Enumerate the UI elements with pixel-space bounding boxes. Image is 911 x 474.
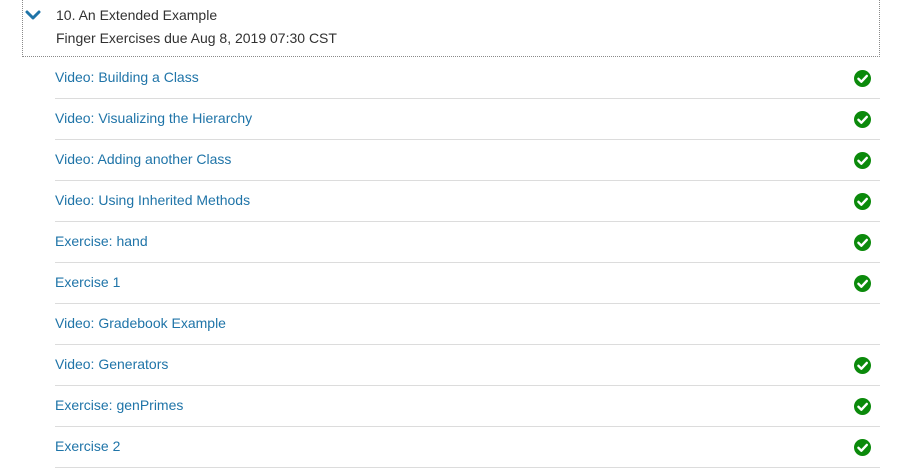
subsection-item: Exercise: genPrimes [55,386,880,427]
section-title: 10. An Extended Example [56,7,218,23]
subsection-link[interactable]: Video: Visualizing the Hierarchy [55,110,252,126]
completed-check-icon [854,357,871,374]
subsection-list: Video: Building a Class Video: Visualizi… [55,58,880,468]
subsection-item: Video: Building a Class [55,58,880,99]
completed-check-icon [854,111,871,128]
chevron-down-icon[interactable] [25,8,41,22]
subsection-link[interactable]: Video: Gradebook Example [55,315,226,331]
subsection-item: Video: Using Inherited Methods [55,181,880,222]
subsection-link[interactable]: Video: Using Inherited Methods [55,192,250,208]
completed-check-icon [854,275,871,292]
subsection-item: Exercise: hand [55,222,880,263]
section-due-date: Finger Exercises due Aug 8, 2019 07:30 C… [56,30,337,46]
subsection-item: Video: Visualizing the Hierarchy [55,99,880,140]
subsection-item: Exercise 2 [55,427,880,468]
subsection-link[interactable]: Exercise: genPrimes [55,397,183,413]
subsection-link[interactable]: Exercise 2 [55,438,120,454]
completed-check-icon [854,152,871,169]
subsection-link[interactable]: Video: Building a Class [55,69,199,85]
subsection-item: Video: Gradebook Example [55,304,880,345]
subsection-item: Video: Generators [55,345,880,386]
subsection-item: Video: Adding another Class [55,140,880,181]
completed-check-icon [854,439,871,456]
completed-check-icon [854,398,871,415]
subsection-link[interactable]: Exercise: hand [55,233,148,249]
completed-check-icon [854,193,871,210]
subsection-link[interactable]: Exercise 1 [55,274,120,290]
subsection-link[interactable]: Video: Generators [55,356,168,372]
completed-check-icon [854,70,871,87]
subsection-link[interactable]: Video: Adding another Class [55,151,231,167]
completed-check-icon [854,234,871,251]
subsection-item: Exercise 1 [55,263,880,304]
section-header[interactable]: 10. An Extended Example Finger Exercises… [22,0,880,57]
